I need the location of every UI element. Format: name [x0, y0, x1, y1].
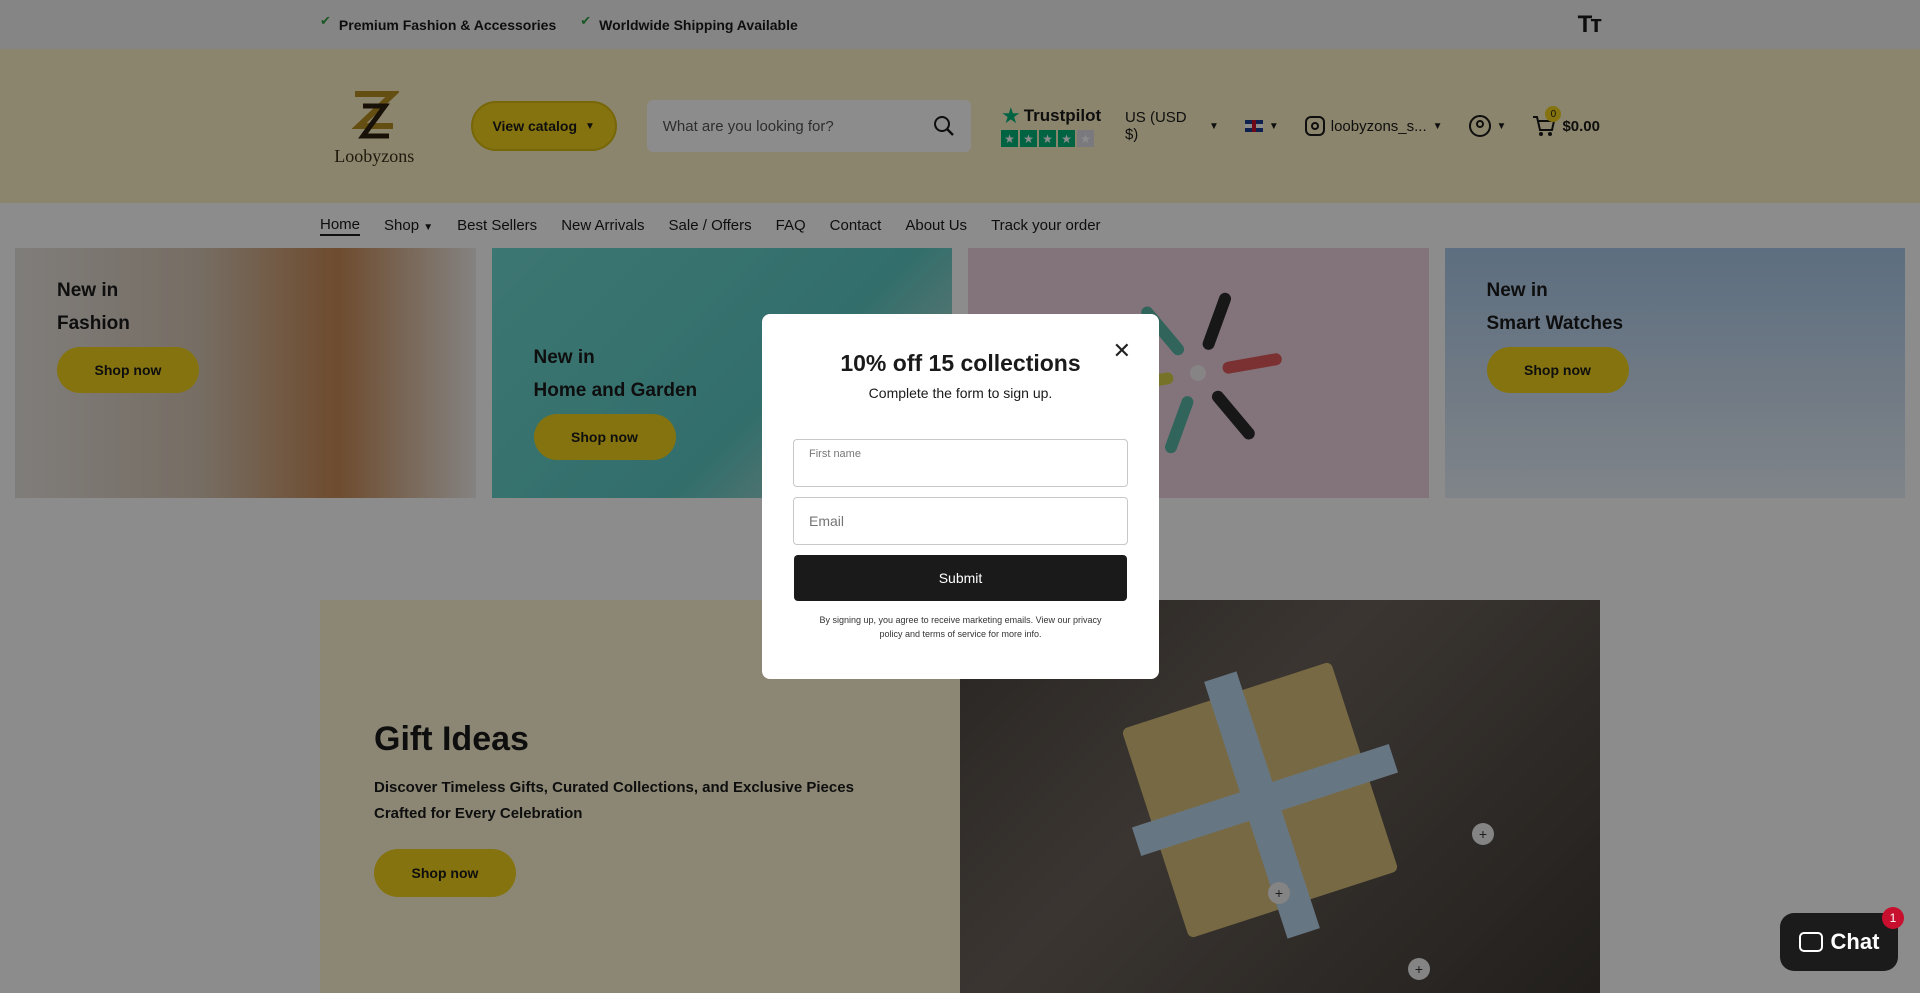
close-icon[interactable]: ✕	[1113, 340, 1131, 362]
email-input[interactable]	[794, 498, 1127, 544]
legal-text: By signing up, you agree to receive mark…	[819, 615, 1102, 639]
email-field[interactable]	[793, 497, 1128, 545]
signup-popup: ✕ 10% off 15 collections Complete the fo…	[762, 314, 1159, 679]
popup-title: 10% off 15 collections	[840, 350, 1081, 376]
submit-button[interactable]: Submit	[794, 555, 1127, 601]
first-name-input[interactable]	[794, 440, 1127, 486]
first-name-field[interactable]: First name	[793, 439, 1128, 487]
chat-bubble-icon	[1798, 932, 1823, 952]
chat-button[interactable]: Chat 1	[1780, 907, 1904, 971]
chat-unread-badge: 1	[1882, 907, 1904, 929]
popup-subtitle: Complete the form to sign up.	[868, 385, 1053, 401]
chat-label: Chat	[1830, 929, 1880, 954]
